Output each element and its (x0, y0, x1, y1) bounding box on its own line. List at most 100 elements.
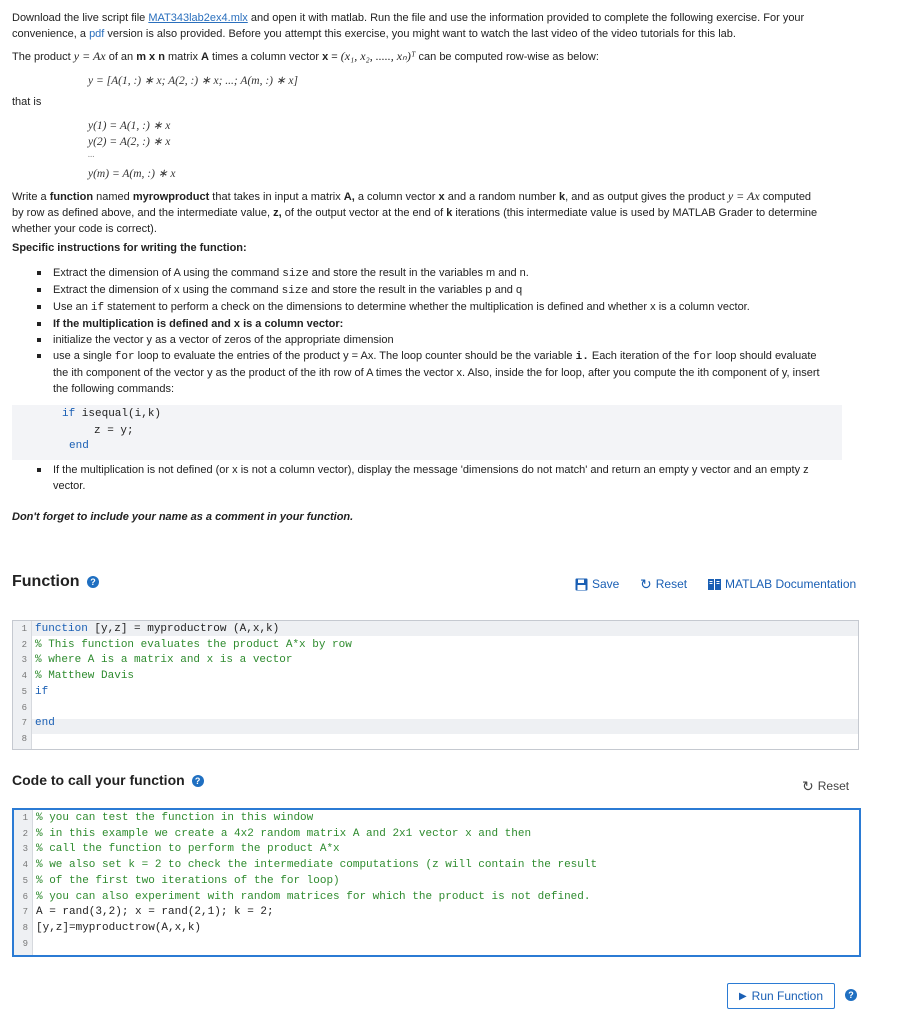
text: use a single (53, 350, 115, 362)
text: matrix (164, 51, 202, 63)
text: Extract the dimension of x using the com… (53, 284, 282, 296)
list-item: use a single for loop to evaluate the en… (33, 348, 833, 397)
call-code-editor[interactable]: 1 % you can test the function in this win… (12, 808, 861, 957)
math-inline: y = Ax (727, 189, 760, 203)
code-snippet: if isequal(i,k) z = y; end (12, 405, 842, 460)
text: = (328, 51, 341, 63)
help-icon[interactable]: ? (845, 989, 857, 1001)
text: loop to evaluate the entries of the prod… (134, 350, 576, 362)
save-button[interactable]: Save (575, 577, 619, 591)
text: Use an (53, 301, 91, 313)
inline-code: if (90, 302, 105, 314)
matlab-documentation-button[interactable]: MATLAB Documentation (708, 577, 856, 591)
line-number: 3 (22, 844, 28, 855)
text: named (93, 191, 133, 203)
code-line: z = y; (94, 425, 134, 437)
text: can be computed row-wise as below: (415, 51, 599, 63)
docs-label: MATLAB Documentation (725, 577, 857, 591)
inline-code: for (114, 351, 135, 363)
comment: % in this example we create a 4x2 random… (36, 827, 532, 840)
code-line: [y,z]=myproductrow(A,x,k) (36, 922, 201, 934)
code-text: isequal(i,k) (75, 408, 162, 420)
product-sentence: The product y = Ax of an m x n matrix A … (12, 48, 822, 65)
title-text: Code to call your function (12, 772, 185, 788)
bold-text: m x n (136, 51, 165, 63)
text: statement to perform a check on the dime… (104, 301, 750, 313)
reset-label: Reset (655, 577, 688, 591)
that-is-label: that is (12, 96, 42, 108)
reset-label: Reset (817, 779, 850, 793)
line-number: 4 (22, 860, 28, 871)
bold-text: If the multiplication is defined and x i… (53, 318, 344, 330)
call-section-title: Code to call your function ? (12, 772, 204, 788)
text: and store the result in the variables p … (308, 284, 523, 296)
current-line-highlight (32, 719, 858, 734)
code-line: end (35, 717, 55, 729)
code-text: A = rand(3,2); x = rand(2,1); k = 2; (36, 906, 274, 919)
text: initialize the vector y as a vector of z… (53, 334, 394, 346)
reset-icon: ↻ (640, 576, 652, 592)
bold-text: function (49, 191, 94, 203)
text: Write a (12, 191, 50, 203)
save-icon (575, 578, 588, 590)
line-number: 9 (22, 938, 28, 949)
line-number: 4 (21, 671, 27, 682)
text: , and as output gives the product (565, 191, 728, 203)
keyword: if (62, 408, 76, 420)
code-line: % in this example we create a 4x2 random… (36, 828, 531, 840)
inline-code: size (282, 268, 309, 280)
line-number: 1 (22, 813, 28, 823)
bold-text: A (201, 51, 209, 63)
line-number: 2 (22, 828, 28, 839)
line-number: 8 (22, 922, 28, 933)
pdf-link[interactable]: pdf (89, 28, 104, 40)
instruction-list: Extract the dimension of A using the com… (33, 265, 833, 397)
code-line: end (69, 440, 89, 452)
code-line: % call the function to perform the produ… (36, 843, 340, 855)
code-line: % This function evaluates the product A*… (35, 639, 352, 651)
comment: % where A is a matrix and x is a vector (35, 654, 293, 667)
line-number: 6 (21, 702, 27, 713)
comment: % we also set k = 2 to check the interme… (36, 859, 598, 872)
math-inline: (x₁, x₂, ....., xₙ)ᵀ (340, 49, 416, 63)
comment: % Matthew Davis (35, 670, 135, 683)
function-editor[interactable]: 1 function [y,z] = myproductrow (A,x,k) 2%… (12, 620, 859, 750)
play-icon: ▶ (738, 990, 747, 1002)
reset-button[interactable]: ↻ Reset (640, 577, 687, 591)
list-item: If the multiplication is not defined (or… (33, 462, 833, 494)
text: If the multiplication is not defined (or… (53, 464, 809, 492)
specific-instructions-heading: Specific instructions for writing the fu… (12, 242, 247, 254)
code-line: function [y,z] = myproductrow (A,x,k) (35, 623, 279, 635)
comment: % of the first two iterations of the for… (36, 874, 340, 887)
text: of the output vector at the end of (281, 207, 447, 219)
text: Each iteration of the (588, 350, 693, 362)
mlx-file-link[interactable]: MAT343lab2ex4.mlx (148, 12, 247, 24)
comment: % This function evaluates the product A*… (35, 638, 352, 651)
line-number: 5 (22, 875, 28, 886)
run-function-button[interactable]: ▶ Run Function (727, 983, 835, 1009)
list-item: If the multiplication is defined and x i… (33, 316, 833, 332)
code-line: % of the first two iterations of the for… (36, 875, 340, 887)
line-number: 3 (21, 655, 27, 666)
text: and store the result in the variables m … (308, 267, 529, 279)
help-icon[interactable]: ? (87, 575, 99, 588)
line-number: 7 (22, 907, 28, 918)
keyword: function (35, 623, 88, 635)
code-line: % we also set k = 2 to check the interme… (36, 859, 597, 871)
name-reminder: Don't forget to include your name as a c… (12, 511, 354, 523)
text: The product (12, 51, 74, 63)
list-item: Extract the dimension of x using the com… (33, 282, 833, 299)
instruction-list-2: If the multiplication is not defined (or… (33, 462, 833, 494)
function-name: myrowproduct (132, 191, 210, 203)
call-reset-button[interactable]: ↻ Reset (802, 779, 849, 793)
bold-text: A, (343, 191, 355, 203)
book-icon (708, 578, 721, 590)
list-item: initialize the vector y as a vector of z… (33, 332, 833, 348)
code-text: [y,z] = myproductrow (A,x,k) (87, 623, 280, 635)
code-line: if isequal(i,k) (62, 408, 161, 420)
equation-line: y(m) = A(m, :) ∗ x (88, 168, 176, 180)
help-icon[interactable]: ? (191, 775, 204, 788)
run-label: Run Function (751, 989, 824, 1003)
reset-icon: ↻ (802, 778, 814, 794)
intro-text: version is also provided. Before you att… (104, 28, 736, 40)
